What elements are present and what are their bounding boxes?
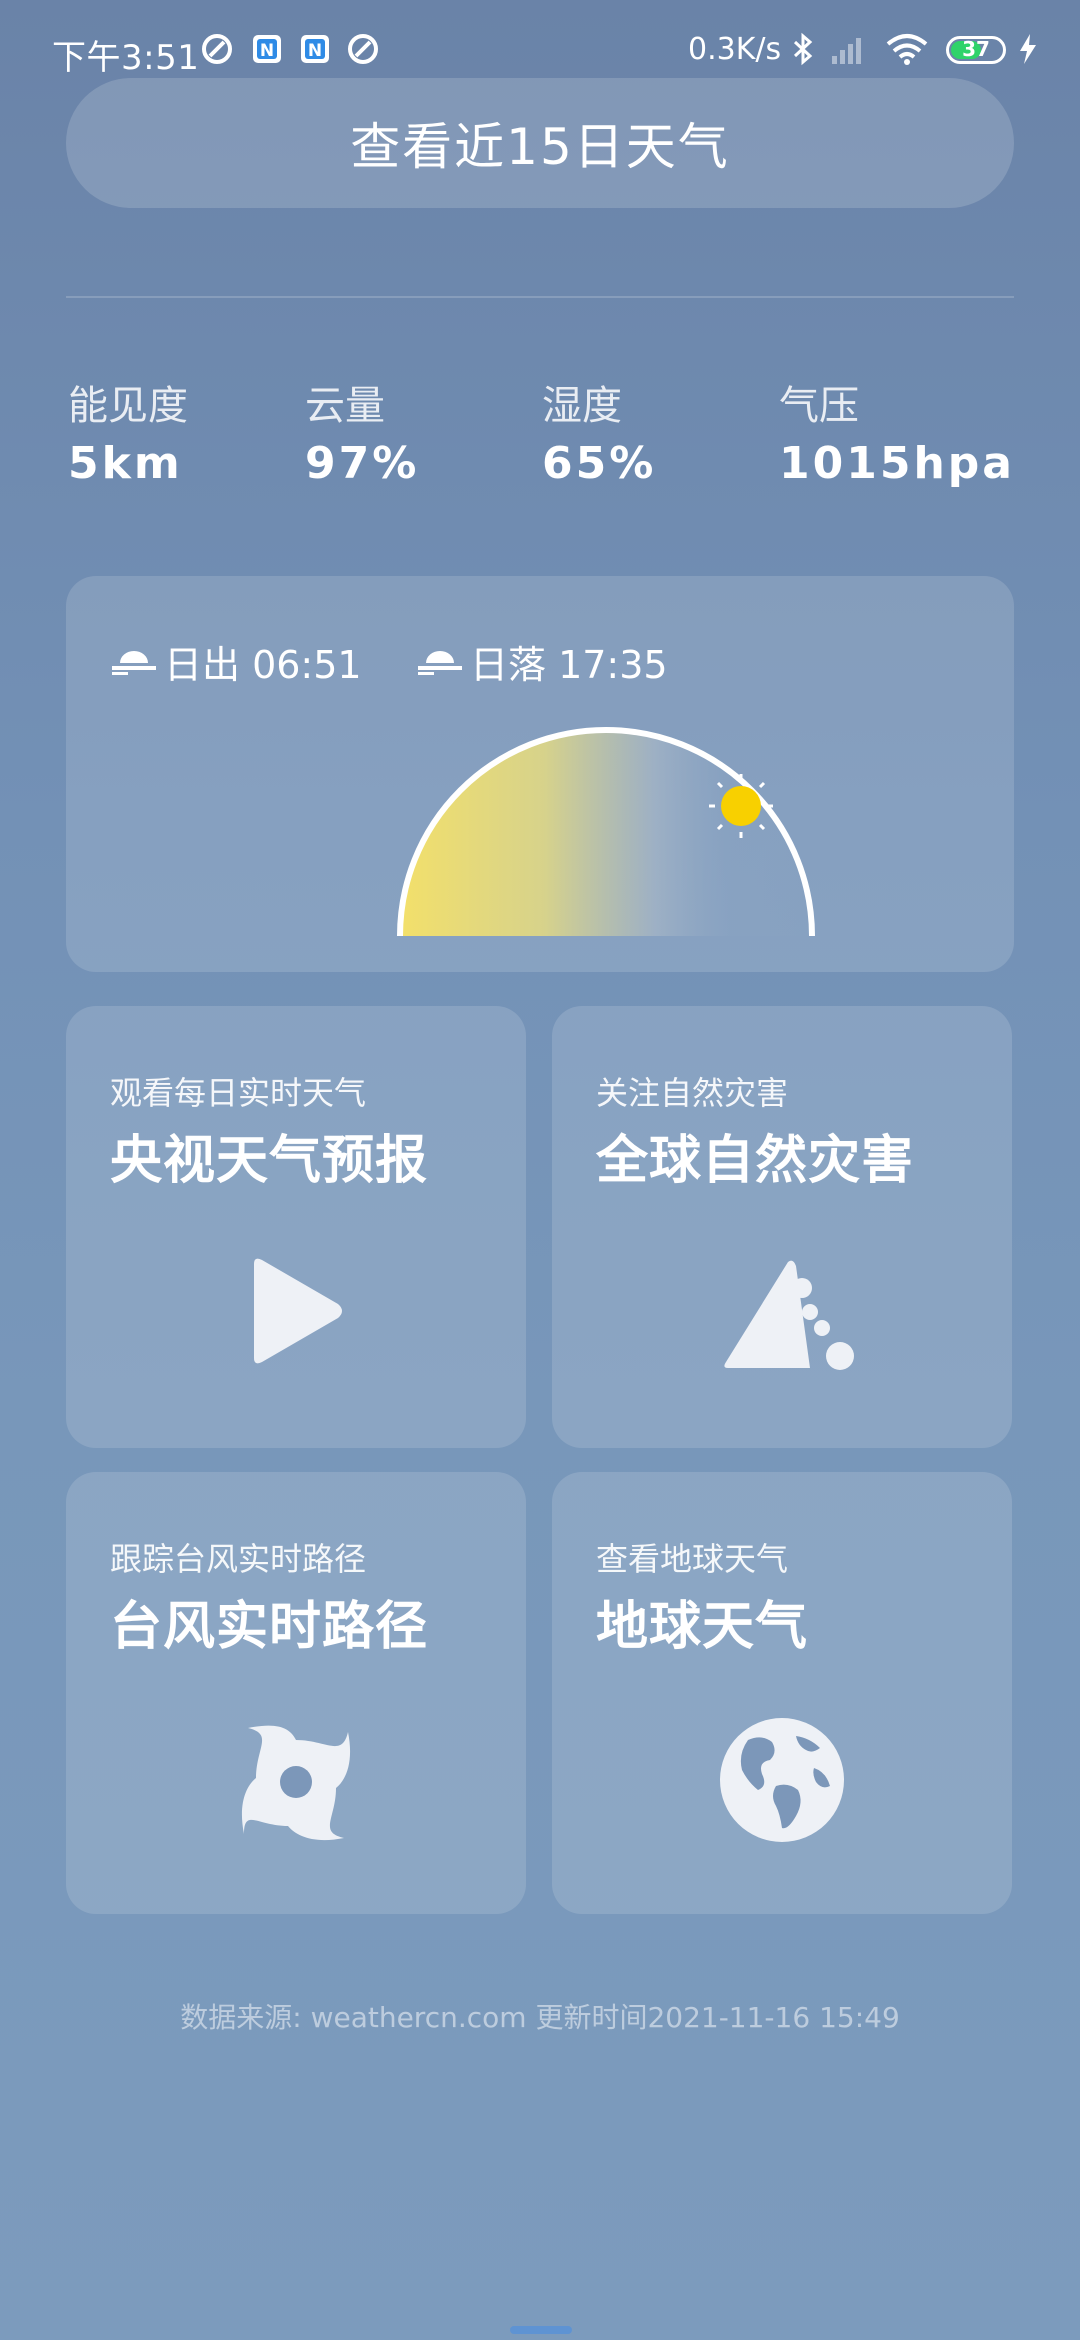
metric-humidity: 湿度 65% [542, 380, 656, 489]
metric-label: 气压 [779, 383, 859, 429]
sunrise-row: 日出 06:51 [110, 634, 362, 689]
metric-cloud: 云量 97% [305, 380, 419, 489]
metric-value: 1015hpa [779, 438, 1015, 489]
network-speed: 0.3K/s [688, 32, 782, 67]
sun-card: 日出 06:51 日落 17:35 [66, 576, 1014, 972]
signal-icon [832, 38, 861, 64]
metric-label: 云量 [305, 383, 385, 429]
card-title: 台风实时路径 [110, 1597, 429, 1657]
natural-disaster-card[interactable]: 关注自然灾害 全球自然灾害 [552, 1006, 1012, 1448]
sunrise-time: 日出 06:51 [164, 643, 362, 687]
sunset-icon [418, 650, 462, 675]
landslide-icon [724, 1260, 854, 1370]
card-subtitle: 关注自然灾害 [596, 1074, 789, 1112]
metric-pressure: 气压 1015hpa [779, 380, 1015, 489]
card-title: 地球天气 [596, 1597, 809, 1657]
divider [66, 296, 1014, 298]
card-subtitle: 跟踪台风实时路径 [110, 1540, 367, 1578]
vpn-icon [202, 34, 232, 64]
metric-label: 能见度 [68, 383, 188, 429]
forecast-15-day-label: 查看近15日天气 [350, 118, 730, 176]
sunrise-icon [112, 650, 156, 675]
typhoon-card[interactable]: 跟踪台风实时路径 台风实时路径 [66, 1472, 526, 1914]
card-title: 央视天气预报 [110, 1131, 429, 1191]
card-title: 全球自然灾害 [596, 1131, 915, 1191]
vpn-icon [348, 34, 378, 64]
sun-arc [397, 727, 815, 937]
globe-icon [720, 1718, 844, 1842]
card-subtitle: 查看地球天气 [596, 1540, 789, 1578]
status-bar: 下午3:51 N N 0.3K/s 37 [0, 0, 1080, 80]
wifi-icon [886, 34, 928, 65]
svg-text:N: N [260, 41, 274, 61]
card-subtitle: 观看每日实时天气 [110, 1074, 367, 1112]
sunset-time: 日落 17:35 [470, 643, 668, 687]
svg-text:N: N [308, 41, 322, 61]
bluetooth-icon [793, 32, 813, 66]
charging-icon [1020, 34, 1036, 64]
home-indicator[interactable] [510, 2326, 572, 2334]
data-source-footer: 数据来源: weathercn.com 更新时间2021-11-16 15:49 [180, 2001, 900, 2034]
sunset-row: 日落 17:35 [416, 634, 668, 689]
metric-value: 65% [542, 438, 657, 489]
play-icon [254, 1258, 342, 1364]
status-time: 下午3:51 [52, 38, 200, 78]
metric-label: 湿度 [542, 383, 622, 429]
battery-level: 37 [962, 37, 990, 61]
earth-weather-card[interactable]: 查看地球天气 地球天气 [552, 1472, 1012, 1914]
metric-value: 97% [305, 438, 420, 489]
typhoon-icon [241, 1725, 351, 1841]
battery-icon: 37 [946, 36, 1006, 64]
forecast-15-day-button[interactable]: 查看近15日天气 [66, 78, 1014, 208]
metric-visibility: 能见度 5km [68, 380, 188, 489]
cctv-weather-card[interactable]: 观看每日实时天气 央视天气预报 [66, 1006, 526, 1448]
app-n-icon: N [253, 35, 281, 63]
app-n-icon: N [301, 35, 329, 63]
metric-value: 5km [68, 438, 183, 489]
